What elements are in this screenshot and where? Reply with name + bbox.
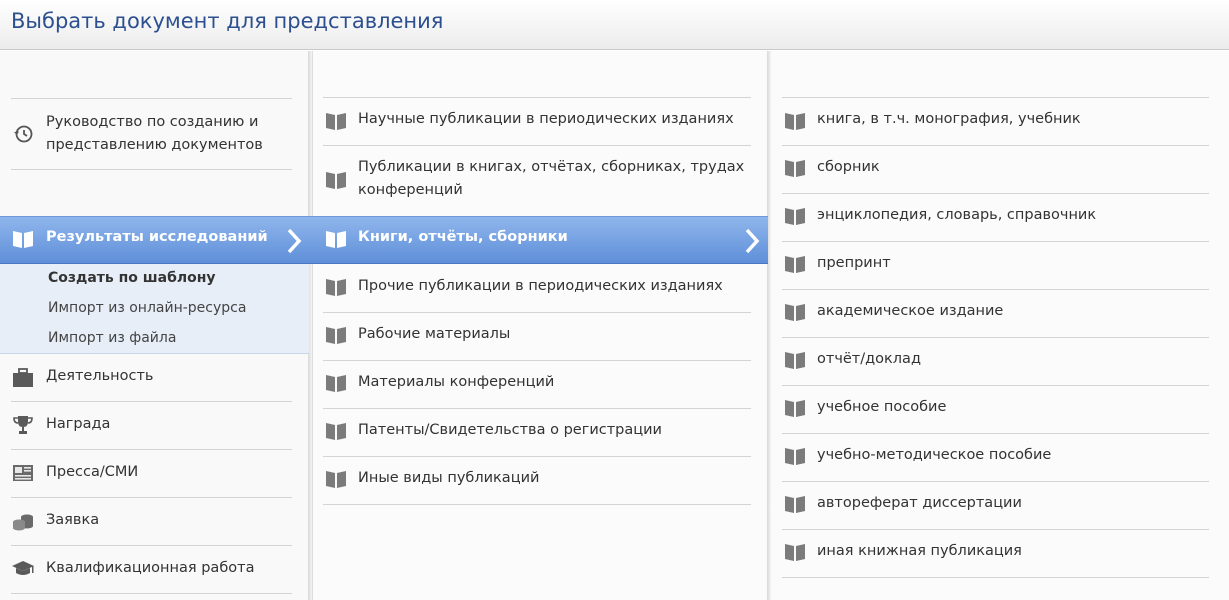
book-icon [326,471,346,488]
subcategory-label: Книги, отчёты, сборники [358,229,568,245]
guide-label-line1: Руководство по созданию и [46,114,259,130]
doc-type-label: сборник [817,159,880,175]
divider [782,577,1209,578]
book-icon [785,544,805,561]
subcategory-periodicals[interactable]: Научные публикации в периодических издан… [323,98,751,145]
subcategory-other-periodicals[interactable]: Прочие публикации в периодических издани… [323,265,751,312]
import-online-link[interactable]: Импорт из онлайн-ресурса [48,300,246,316]
doc-type-textbook[interactable]: учебное пособие [782,386,1209,433]
book-icon [785,113,805,130]
category-label: Награда [46,416,111,432]
book-icon [326,231,346,248]
doc-type-academic-edition[interactable]: академическое издание [782,290,1209,337]
subcategory-label: Прочие публикации в периодических издани… [358,278,723,294]
subcategory-label: Научные публикации в периодических издан… [358,111,734,127]
import-file-link[interactable]: Импорт из файла [48,330,176,346]
subcategory-other-publications[interactable]: Иные виды публикаций [323,457,751,504]
subcategory-label: Иные виды публикаций [358,470,540,486]
subcategory-label-line1: Публикации в книгах, отчётах, сборниках,… [358,159,745,175]
doc-type-methodical-textbook[interactable]: учебно-методическое пособие [782,434,1209,481]
category-label: Заявка [46,512,100,528]
book-icon [13,231,33,248]
book-icon [326,327,346,344]
guide-link[interactable]: Руководство по созданию и представлению … [11,110,292,158]
subcategory-patents[interactable]: Патенты/Свидетельства о регистрации [323,409,751,456]
doc-type-other-book[interactable]: иная книжная публикация [782,530,1209,577]
book-icon [785,208,805,225]
category-qualification-work[interactable]: Квалификационная работа [11,546,292,594]
category-activity[interactable]: Деятельность [11,354,292,402]
doc-type-collection[interactable]: сборник [782,146,1209,193]
subcategory-label: Материалы конференций [358,374,555,390]
category-award[interactable]: Награда [11,402,292,450]
doc-type-report[interactable]: отчёт/доклад [782,338,1209,385]
briefcase-icon [13,368,33,387]
book-icon [785,160,805,177]
doc-type-label: отчёт/доклад [817,351,921,367]
category-application[interactable]: Заявка [11,498,292,546]
book-icon [785,304,805,321]
book-icon [785,400,805,417]
doc-type-label: иная книжная публикация [817,543,1022,559]
book-icon [326,113,346,130]
book-icon [326,172,346,189]
subcategory-label-line2: конференций [358,182,463,198]
subcategory-label: Рабочие материалы [358,326,511,342]
divider [11,593,292,594]
book-icon [785,448,805,465]
dialog-header: Выбрать документ для представления [0,0,1229,50]
divider [323,504,751,505]
subcategory-book-publications[interactable]: Публикации в книгах, отчётах, сборниках,… [323,146,751,216]
divider [11,169,292,170]
doc-type-label: книга, в т.ч. монография, учебник [817,111,1081,127]
chevron-right-icon [745,228,760,254]
subcategory-books-reports[interactable]: Книги, отчёты, сборники [312,216,768,264]
doc-type-label: учебно-методическое пособие [817,447,1052,463]
create-from-template-link[interactable]: Создать по шаблону [48,270,216,286]
doc-type-label: академическое издание [817,303,1004,319]
doc-type-label: энциклопедия, словарь, справочник [817,207,1097,223]
book-icon [785,496,805,513]
page-title: Выбрать документ для представления [11,9,444,33]
history-icon [14,125,33,143]
subcategory-conference-materials[interactable]: Материалы конференций [323,361,751,408]
category-label: Деятельность [46,368,154,384]
doc-type-preprint[interactable]: препринт [782,242,1209,289]
category-research-results[interactable]: Результаты исследований [0,216,312,264]
doc-type-label: учебное пособие [817,399,947,415]
trophy-icon [13,416,33,434]
coins-icon [13,514,33,531]
book-icon [785,352,805,369]
divider [11,98,292,99]
subcategory-label: Патенты/Свидетельства о регистрации [358,422,662,438]
doc-type-label: препринт [817,255,891,271]
category-label: Квалификационная работа [46,560,255,576]
book-icon [326,279,346,296]
chevron-right-icon [287,228,302,254]
category-press[interactable]: Пресса/СМИ [11,450,292,498]
column-divider [767,51,771,600]
category-label: Результаты исследований [46,229,268,245]
category-actions-panel: Создать по шаблону Импорт из онлайн-ресу… [0,264,309,354]
doc-type-dissertation-abstract[interactable]: автореферат диссертации [782,482,1209,529]
book-icon [785,256,805,273]
book-icon [326,423,346,440]
category-label: Пресса/СМИ [46,464,139,480]
book-icon [326,375,346,392]
graduation-cap-icon [12,561,34,575]
doc-type-encyclopedia[interactable]: энциклопедия, словарь, справочник [782,194,1209,241]
doc-type-label: автореферат диссертации [817,495,1022,511]
newspaper-icon [13,465,33,481]
subcategory-working-papers[interactable]: Рабочие материалы [323,313,751,360]
doc-type-book[interactable]: книга, в т.ч. монография, учебник [782,98,1209,145]
guide-label-line2: представлению документов [46,137,263,153]
